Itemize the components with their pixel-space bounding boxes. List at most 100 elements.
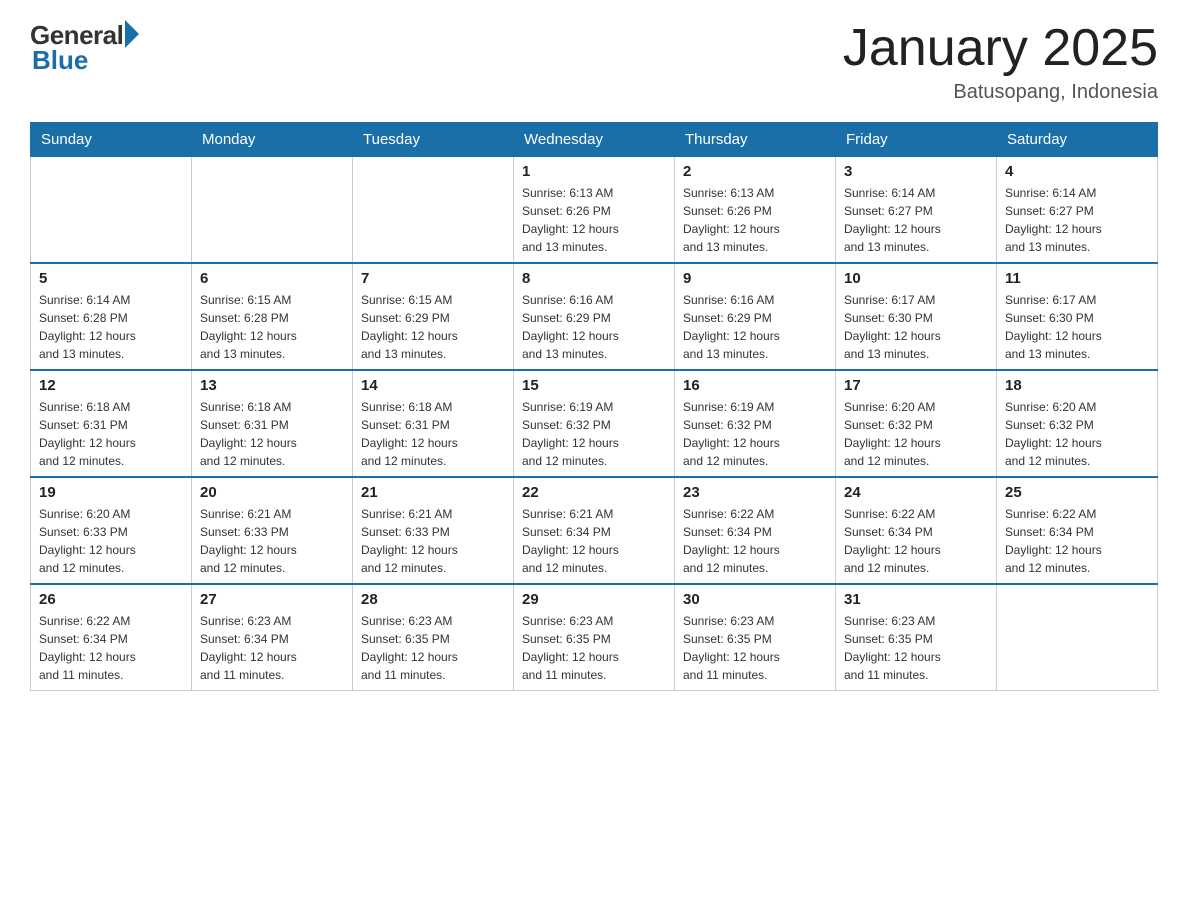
calendar-cell: 5 Sunrise: 6:14 AMSunset: 6:28 PMDaylight… (31, 263, 192, 370)
day-number: 1 (522, 163, 666, 180)
calendar-cell: 10 Sunrise: 6:17 AMSunset: 6:30 PMDayligh… (836, 263, 997, 370)
day-number: 12 (39, 377, 183, 394)
calendar-week-row: 26 Sunrise: 6:22 AMSunset: 6:34 PMDayligh… (31, 584, 1158, 691)
day-number: 24 (844, 484, 988, 501)
calendar-week-row: 5 Sunrise: 6:14 AMSunset: 6:28 PMDaylight… (31, 263, 1158, 370)
day-info: Sunrise: 6:19 AMSunset: 6:32 PMDaylight:… (683, 398, 827, 470)
day-number: 26 (39, 591, 183, 608)
day-number: 6 (200, 270, 344, 287)
calendar-week-row: 19Sunrise: 6:20 AMSunset: 6:33 PMDayligh… (31, 477, 1158, 584)
day-info: Sunrise: 6:16 AMSunset: 6:29 PMDaylight:… (522, 291, 666, 363)
day-info: Sunrise: 6:23 AMSunset: 6:35 PMDaylight:… (361, 612, 505, 684)
day-number: 7 (361, 270, 505, 287)
calendar-cell: 2 Sunrise: 6:13 AMSunset: 6:26 PMDaylight… (675, 157, 836, 264)
logo: General Blue (30, 20, 139, 76)
weekday-header-tuesday: Tuesday (353, 123, 514, 157)
weekday-header-wednesday: Wednesday (514, 123, 675, 157)
location-text: Batusopang, Indonesia (843, 81, 1158, 104)
day-number: 4 (1005, 163, 1149, 180)
calendar-cell: 15Sunrise: 6:19 AMSunset: 6:32 PMDayligh… (514, 370, 675, 477)
day-number: 30 (683, 591, 827, 608)
day-info: Sunrise: 6:13 AMSunset: 6:26 PMDaylight:… (522, 184, 666, 256)
weekday-header-monday: Monday (192, 123, 353, 157)
day-info: Sunrise: 6:22 AMSunset: 6:34 PMDaylight:… (844, 505, 988, 577)
day-number: 13 (200, 377, 344, 394)
calendar-cell (31, 157, 192, 264)
logo-triangle-icon (125, 20, 139, 48)
day-info: Sunrise: 6:16 AMSunset: 6:29 PMDaylight:… (683, 291, 827, 363)
day-info: Sunrise: 6:21 AMSunset: 6:33 PMDaylight:… (361, 505, 505, 577)
title-section: January 2025 Batusopang, Indonesia (843, 20, 1158, 104)
day-info: Sunrise: 6:22 AMSunset: 6:34 PMDaylight:… (39, 612, 183, 684)
calendar-cell: 28 Sunrise: 6:23 AMSunset: 6:35 PMDayligh… (353, 584, 514, 691)
calendar-cell: 7 Sunrise: 6:15 AMSunset: 6:29 PMDaylight… (353, 263, 514, 370)
day-info: Sunrise: 6:22 AMSunset: 6:34 PMDaylight:… (1005, 505, 1149, 577)
day-info: Sunrise: 6:20 AMSunset: 6:32 PMDaylight:… (844, 398, 988, 470)
calendar-cell: 6 Sunrise: 6:15 AMSunset: 6:28 PMDaylight… (192, 263, 353, 370)
day-info: Sunrise: 6:23 AMSunset: 6:35 PMDaylight:… (844, 612, 988, 684)
calendar-cell: 27Sunrise: 6:23 AMSunset: 6:34 PMDayligh… (192, 584, 353, 691)
calendar-cell: 16 Sunrise: 6:19 AMSunset: 6:32 PMDayligh… (675, 370, 836, 477)
day-info: Sunrise: 6:13 AMSunset: 6:26 PMDaylight:… (683, 184, 827, 256)
calendar-week-row: 12 Sunrise: 6:18 AMSunset: 6:31 PMDayligh… (31, 370, 1158, 477)
day-info: Sunrise: 6:18 AMSunset: 6:31 PMDaylight:… (200, 398, 344, 470)
day-number: 18 (1005, 377, 1149, 394)
calendar-cell: 14 Sunrise: 6:18 AMSunset: 6:31 PMDayligh… (353, 370, 514, 477)
calendar-cell: 4 Sunrise: 6:14 AMSunset: 6:27 PMDaylight… (997, 157, 1158, 264)
calendar-cell: 22 Sunrise: 6:21 AMSunset: 6:34 PMDayligh… (514, 477, 675, 584)
day-info: Sunrise: 6:14 AMSunset: 6:28 PMDaylight:… (39, 291, 183, 363)
calendar-table: SundayMondayTuesdayWednesdayThursdayFrid… (30, 122, 1158, 691)
calendar-week-row: 1 Sunrise: 6:13 AMSunset: 6:26 PMDaylight… (31, 157, 1158, 264)
calendar-cell: 23 Sunrise: 6:22 AMSunset: 6:34 PMDayligh… (675, 477, 836, 584)
weekday-header-row: SundayMondayTuesdayWednesdayThursdayFrid… (31, 123, 1158, 157)
day-number: 15 (522, 377, 666, 394)
calendar-cell: 3Sunrise: 6:14 AMSunset: 6:27 PMDaylight… (836, 157, 997, 264)
logo-blue-text: Blue (32, 45, 88, 76)
calendar-cell: 1 Sunrise: 6:13 AMSunset: 6:26 PMDaylight… (514, 157, 675, 264)
month-title: January 2025 (843, 20, 1158, 77)
day-info: Sunrise: 6:18 AMSunset: 6:31 PMDaylight:… (39, 398, 183, 470)
day-info: Sunrise: 6:20 AMSunset: 6:32 PMDaylight:… (1005, 398, 1149, 470)
weekday-header-sunday: Sunday (31, 123, 192, 157)
calendar-cell: 21 Sunrise: 6:21 AMSunset: 6:33 PMDayligh… (353, 477, 514, 584)
calendar-cell (353, 157, 514, 264)
day-number: 28 (361, 591, 505, 608)
calendar-cell: 25Sunrise: 6:22 AMSunset: 6:34 PMDayligh… (997, 477, 1158, 584)
day-number: 31 (844, 591, 988, 608)
day-number: 2 (683, 163, 827, 180)
day-info: Sunrise: 6:21 AMSunset: 6:34 PMDaylight:… (522, 505, 666, 577)
day-info: Sunrise: 6:21 AMSunset: 6:33 PMDaylight:… (200, 505, 344, 577)
day-number: 22 (522, 484, 666, 501)
day-number: 29 (522, 591, 666, 608)
day-info: Sunrise: 6:23 AMSunset: 6:35 PMDaylight:… (522, 612, 666, 684)
day-number: 5 (39, 270, 183, 287)
calendar-cell: 24 Sunrise: 6:22 AMSunset: 6:34 PMDayligh… (836, 477, 997, 584)
day-info: Sunrise: 6:15 AMSunset: 6:28 PMDaylight:… (200, 291, 344, 363)
calendar-cell: 12 Sunrise: 6:18 AMSunset: 6:31 PMDayligh… (31, 370, 192, 477)
day-info: Sunrise: 6:22 AMSunset: 6:34 PMDaylight:… (683, 505, 827, 577)
day-number: 17 (844, 377, 988, 394)
calendar-cell: 31 Sunrise: 6:23 AMSunset: 6:35 PMDayligh… (836, 584, 997, 691)
day-number: 14 (361, 377, 505, 394)
day-info: Sunrise: 6:17 AMSunset: 6:30 PMDaylight:… (1005, 291, 1149, 363)
day-number: 16 (683, 377, 827, 394)
calendar-cell: 11Sunrise: 6:17 AMSunset: 6:30 PMDayligh… (997, 263, 1158, 370)
day-number: 21 (361, 484, 505, 501)
day-info: Sunrise: 6:18 AMSunset: 6:31 PMDaylight:… (361, 398, 505, 470)
day-info: Sunrise: 6:15 AMSunset: 6:29 PMDaylight:… (361, 291, 505, 363)
calendar-cell: 8 Sunrise: 6:16 AMSunset: 6:29 PMDaylight… (514, 263, 675, 370)
calendar-cell: 17 Sunrise: 6:20 AMSunset: 6:32 PMDayligh… (836, 370, 997, 477)
day-info: Sunrise: 6:23 AMSunset: 6:35 PMDaylight:… (683, 612, 827, 684)
calendar-cell (192, 157, 353, 264)
day-info: Sunrise: 6:14 AMSunset: 6:27 PMDaylight:… (1005, 184, 1149, 256)
day-number: 3 (844, 163, 988, 180)
day-info: Sunrise: 6:17 AMSunset: 6:30 PMDaylight:… (844, 291, 988, 363)
day-number: 10 (844, 270, 988, 287)
weekday-header-thursday: Thursday (675, 123, 836, 157)
day-number: 23 (683, 484, 827, 501)
day-number: 8 (522, 270, 666, 287)
day-number: 27 (200, 591, 344, 608)
calendar-cell: 13 Sunrise: 6:18 AMSunset: 6:31 PMDayligh… (192, 370, 353, 477)
weekday-header-friday: Friday (836, 123, 997, 157)
calendar-cell: 19Sunrise: 6:20 AMSunset: 6:33 PMDayligh… (31, 477, 192, 584)
